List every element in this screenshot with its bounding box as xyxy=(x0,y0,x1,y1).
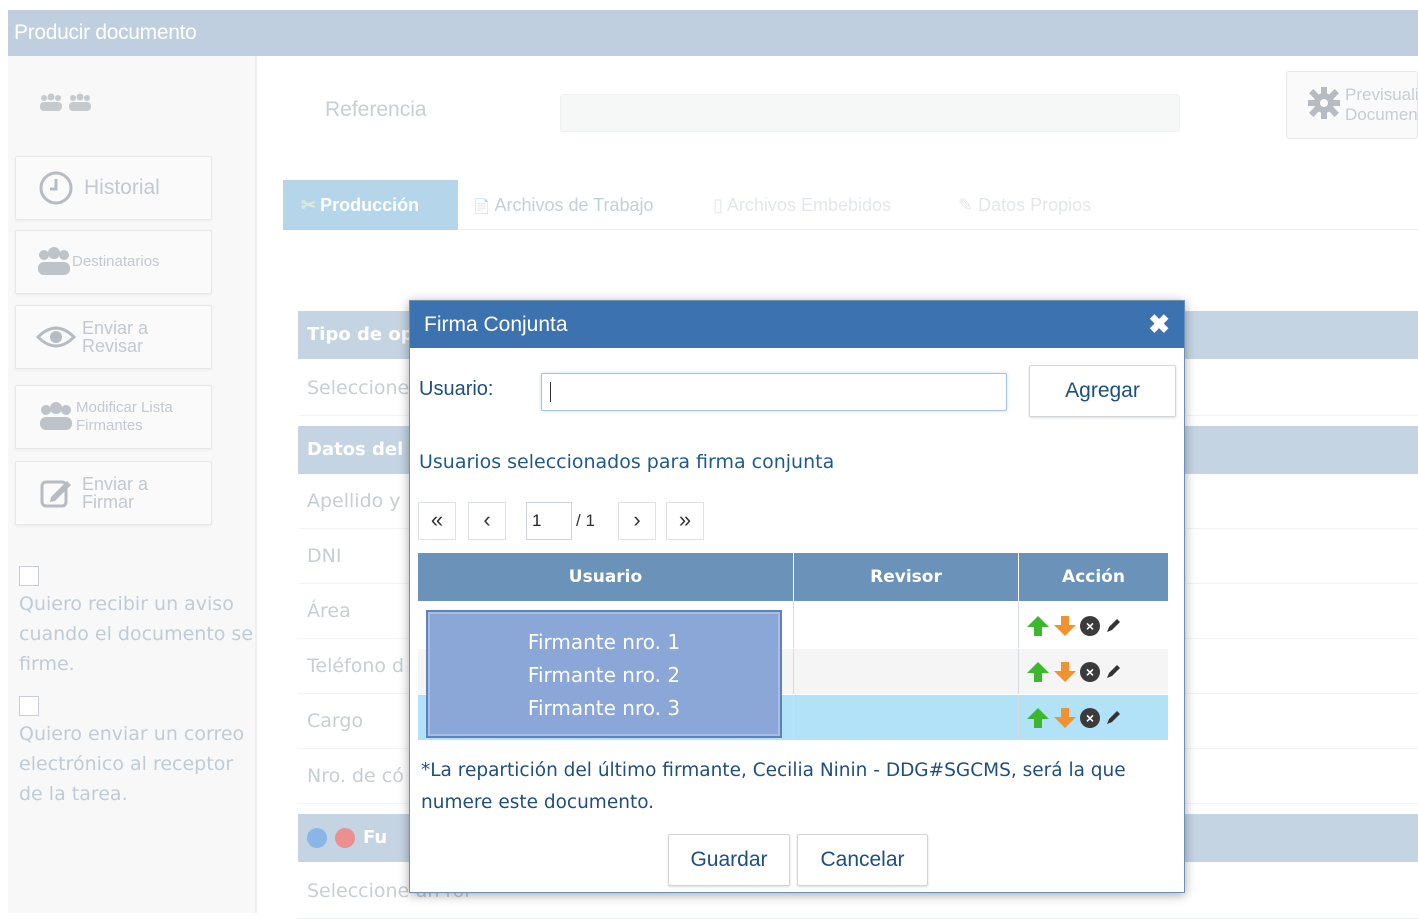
row-actions: × xyxy=(1026,706,1123,730)
page-number-input[interactable]: 1 xyxy=(526,502,572,540)
next-page-button[interactable]: › xyxy=(618,502,656,540)
arrow-up-icon[interactable] xyxy=(1026,614,1050,638)
pencil-icon[interactable] xyxy=(1103,708,1123,728)
table-header: Usuario Revisor Acción xyxy=(418,553,1168,601)
last-page-button[interactable]: » xyxy=(666,502,704,540)
column-revisor[interactable]: Revisor xyxy=(793,553,1018,601)
arrow-up-icon[interactable] xyxy=(1026,706,1050,730)
prev-page-button[interactable]: ‹ xyxy=(468,502,506,540)
close-icon[interactable]: ✖ xyxy=(1148,301,1170,348)
usuario-input[interactable] xyxy=(541,373,1007,411)
revisor-cell xyxy=(793,649,1018,694)
dialog-title: Firma Conjunta xyxy=(424,313,568,336)
arrow-down-icon[interactable] xyxy=(1053,614,1077,638)
remove-circle-icon[interactable]: × xyxy=(1080,662,1100,682)
firmantes-names-overlay: Firmante nro. 1 Firmante nro. 2 Firmante… xyxy=(426,610,782,738)
arrow-down-icon[interactable] xyxy=(1053,706,1077,730)
arrow-down-icon[interactable] xyxy=(1053,660,1077,684)
numeracion-note: *La repartición del último firmante, Cec… xyxy=(421,760,1126,813)
firmante-name: Firmante nro. 1 xyxy=(527,630,681,654)
pencil-icon[interactable] xyxy=(1103,616,1123,636)
agregar-button[interactable]: Agregar xyxy=(1029,365,1176,417)
column-usuario[interactable]: Usuario xyxy=(418,553,793,601)
revisor-cell xyxy=(793,603,1018,648)
dialog-header: Firma Conjunta ✖ xyxy=(410,301,1184,348)
firma-conjunta-dialog: Firma Conjunta ✖ Usuario: Agregar Usuari… xyxy=(409,300,1185,893)
text-caret xyxy=(550,382,551,402)
page-total: / 1 xyxy=(576,511,595,530)
column-accion: Acción xyxy=(1018,553,1168,601)
arrow-up-icon[interactable] xyxy=(1026,660,1050,684)
selected-users-title: Usuarios seleccionados para firma conjun… xyxy=(419,451,835,473)
pencil-icon[interactable] xyxy=(1103,662,1123,682)
first-page-button[interactable]: « xyxy=(418,502,456,540)
cancelar-button[interactable]: Cancelar xyxy=(797,834,928,886)
firmante-name: Firmante nro. 2 xyxy=(527,663,681,687)
guardar-button[interactable]: Guardar xyxy=(668,834,790,886)
firmante-name: Firmante nro. 3 xyxy=(527,696,681,720)
app-window: Producir documento Historial Destinatari… xyxy=(0,0,1418,919)
remove-circle-icon[interactable]: × xyxy=(1080,616,1100,636)
row-actions: × xyxy=(1026,660,1123,684)
usuario-label: Usuario: xyxy=(419,378,494,400)
remove-circle-icon[interactable]: × xyxy=(1080,708,1100,728)
revisor-cell xyxy=(793,695,1018,740)
row-actions: × xyxy=(1026,614,1123,638)
